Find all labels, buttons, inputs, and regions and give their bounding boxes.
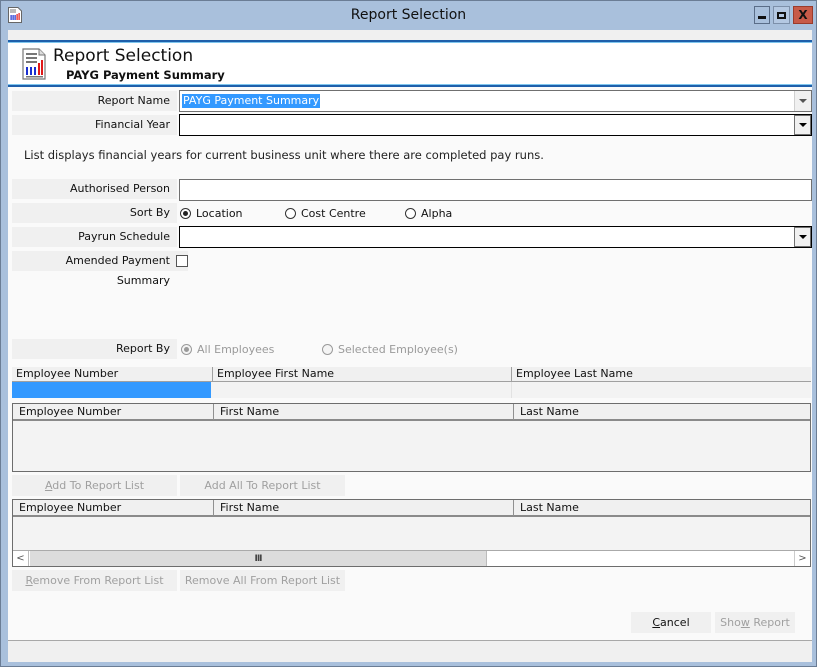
report-col-first-name[interactable]: First Name <box>213 500 513 516</box>
available-list-header: Employee Number First Name Last Name <box>13 404 810 421</box>
report-col-last-name[interactable]: Last Name <box>513 500 810 516</box>
add-all-to-report-list-button[interactable]: Add All To Report List <box>180 475 345 496</box>
cancel-label: ancel <box>660 616 690 629</box>
add-to-report-list-button[interactable]: Add To Report List <box>12 475 177 496</box>
chevron-down-icon <box>798 235 807 239</box>
report-by-selected-employees-radio[interactable]: Selected Employee(s) <box>322 343 458 356</box>
client-area: Report Selection PAYG Payment Summary Re… <box>8 30 812 662</box>
radio-checked-icon <box>181 344 192 355</box>
financial-year-label: Financial Year <box>12 115 177 135</box>
available-col-employee-number[interactable]: Employee Number <box>13 404 213 420</box>
sort-by-location-label: Location <box>196 207 243 220</box>
radio-unchecked-icon <box>322 344 333 355</box>
window-title: Report Selection <box>350 7 467 23</box>
available-col-first-name[interactable]: First Name <box>213 404 513 420</box>
top-stripe <box>8 30 812 40</box>
report-name-value: PAYG Payment Summary <box>182 94 321 108</box>
filter-col-employee-number[interactable]: Employee Number <box>12 367 212 381</box>
chevron-left-icon: < <box>16 553 25 564</box>
chevron-down-icon <box>799 99 807 103</box>
financial-year-combo[interactable] <box>179 114 812 136</box>
show-label-rest: Report <box>749 616 790 629</box>
maximize-button[interactable] <box>773 6 790 24</box>
report-name-combo[interactable]: PAYG Payment Summary <box>179 90 812 112</box>
sort-by-cost-centre-label: Cost Centre <box>301 207 366 220</box>
sort-by-alpha-label: Alpha <box>421 207 453 220</box>
filter-grid-header: Employee Number Employee First Name Empl… <box>12 367 811 382</box>
amended-payment-summary-checkbox[interactable] <box>176 255 188 267</box>
report-by-all-employees-radio[interactable]: All Employees <box>181 343 274 356</box>
minimize-icon <box>758 15 766 19</box>
remove-label: emove From Report List <box>32 574 164 587</box>
report-employees-list[interactable]: Employee Number First Name Last Name < I… <box>12 499 811 567</box>
remove-all-from-report-list-button[interactable]: Remove All From Report List <box>180 570 345 591</box>
header-subtitle: PAYG Payment Summary <box>66 68 225 82</box>
chevron-down-icon <box>798 123 807 127</box>
show-report-button[interactable]: Show Report <box>715 612 795 633</box>
scroll-right-button[interactable]: > <box>794 551 810 566</box>
status-bar <box>8 640 812 662</box>
close-icon: X <box>798 8 808 22</box>
close-button[interactable]: X <box>793 6 813 24</box>
scrollbar-thumb[interactable]: III <box>30 551 487 566</box>
payrun-schedule-combo[interactable] <box>179 226 812 248</box>
filter-col-first-name[interactable]: Employee First Name <box>212 367 511 381</box>
report-selection-window: Report Selection X Report Selection PAYG… <box>0 0 817 667</box>
header-title: Report Selection <box>53 46 194 66</box>
payrun-schedule-dropdown-button[interactable] <box>794 227 811 247</box>
remove-mnemonic: R <box>25 574 33 587</box>
remove-from-report-list-button[interactable]: Remove From Report List <box>12 570 177 591</box>
sort-by-label: Sort By <box>12 203 177 223</box>
radio-unchecked-icon <box>285 208 296 219</box>
title-bar[interactable]: Report Selection X <box>1 1 816 30</box>
available-col-last-name[interactable]: Last Name <box>513 404 810 420</box>
cancel-mnemonic: C <box>652 616 661 629</box>
report-col-employee-number[interactable]: Employee Number <box>13 500 213 516</box>
report-by-all-employees-label: All Employees <box>197 343 275 356</box>
report-list-horizontal-scrollbar[interactable]: < III > <box>13 550 810 566</box>
cancel-button[interactable]: Cancel <box>631 612 711 633</box>
radio-unchecked-icon <box>405 208 416 219</box>
payrun-schedule-label: Payrun Schedule <box>12 227 177 247</box>
report-by-selected-employees-label: Selected Employee(s) <box>338 343 458 356</box>
sort-by-cost-centre-radio[interactable]: Cost Centre <box>285 207 366 220</box>
scroll-left-button[interactable]: < <box>13 551 29 566</box>
filter-employee-number-cell[interactable] <box>12 382 211 398</box>
grip-icon: III <box>254 553 262 564</box>
financial-year-info-text: List displays financial years for curren… <box>24 148 544 162</box>
authorised-person-label: Authorised Person <box>12 179 177 199</box>
available-employees-list[interactable]: Employee Number First Name Last Name <box>12 403 811 472</box>
show-mnemonic: w <box>740 616 750 629</box>
sort-by-location-radio[interactable]: Location <box>180 207 243 220</box>
chevron-right-icon: > <box>798 553 807 564</box>
sort-by-alpha-radio[interactable]: Alpha <box>405 207 452 220</box>
report-by-label: Report By <box>12 339 177 359</box>
report-list-header: Employee Number First Name Last Name <box>13 500 810 517</box>
report-header: Report Selection PAYG Payment Summary <box>8 40 812 87</box>
amended-payment-summary-label: Amended Payment Summary <box>12 251 188 287</box>
radio-checked-icon <box>180 208 191 219</box>
filter-divider <box>511 382 512 398</box>
authorised-person-input[interactable] <box>179 179 812 201</box>
report-chart-icon <box>22 48 46 80</box>
minimize-button[interactable] <box>754 6 770 24</box>
report-name-label: Report Name <box>12 91 177 111</box>
show-label-pre: Sho <box>720 616 741 629</box>
maximize-icon <box>777 11 786 19</box>
report-name-dropdown-button[interactable] <box>794 91 811 111</box>
add-label: dd To Report List <box>52 479 145 492</box>
financial-year-dropdown-button[interactable] <box>794 115 811 135</box>
filter-row[interactable] <box>12 382 811 398</box>
filter-col-last-name[interactable]: Employee Last Name <box>511 367 811 381</box>
